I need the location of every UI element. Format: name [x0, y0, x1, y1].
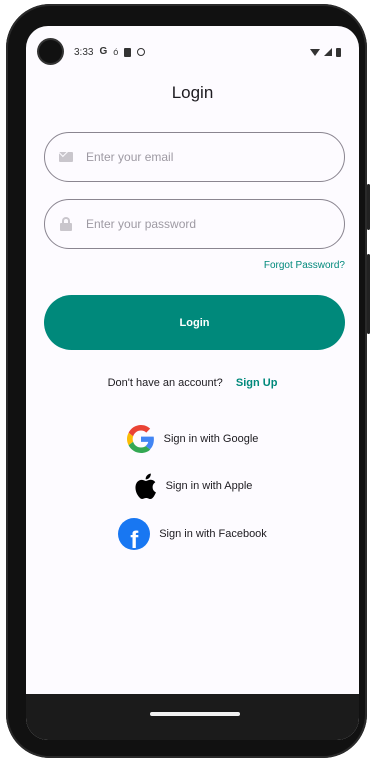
- apple-signin-button[interactable]: Sign in with Apple: [26, 471, 359, 501]
- wifi-icon: [310, 48, 320, 56]
- apple-signin-label: Sign in with Apple: [165, 480, 253, 492]
- signal-icon: [324, 48, 332, 56]
- forgot-password-link[interactable]: Forgot Password?: [264, 260, 345, 271]
- navigation-bar: [26, 694, 359, 740]
- home-indicator[interactable]: [150, 712, 240, 716]
- password-field[interactable]: [44, 199, 345, 249]
- battery-icon: [336, 47, 341, 57]
- apple-icon: [133, 471, 157, 501]
- signup-link[interactable]: Sign Up: [236, 377, 278, 389]
- google-signin-button[interactable]: Sign in with Google: [26, 425, 359, 453]
- phone-frame: 3:33 G ó Login Forgot Password?: [6, 4, 370, 758]
- email-input[interactable]: [86, 150, 344, 164]
- facebook-signin-button[interactable]: f Sign in with Facebook: [26, 518, 359, 550]
- facebook-letter: f: [130, 527, 139, 551]
- volume-button: [367, 254, 370, 334]
- status-bar: 3:33 G ó: [74, 44, 341, 60]
- google-icon: [126, 425, 155, 453]
- signup-prompt: Don't have an account?: [107, 377, 223, 389]
- email-field[interactable]: [44, 132, 345, 182]
- google-icon: G: [99, 46, 108, 57]
- screen: 3:33 G ó Login Forgot Password?: [26, 26, 359, 740]
- facebook-icon: f: [118, 518, 151, 551]
- email-icon: [58, 149, 74, 165]
- front-camera: [39, 40, 62, 63]
- sim-card-icon: [124, 47, 132, 57]
- google-signin-label: Sign in with Google: [163, 433, 259, 445]
- page-title: Login: [171, 83, 214, 102]
- facebook-signin-label: Sign in with Facebook: [159, 528, 267, 540]
- signup-row: Don't have an account? Sign Up: [26, 377, 359, 389]
- wind-icon: ó: [113, 46, 119, 57]
- password-input[interactable]: [86, 217, 344, 231]
- login-button[interactable]: Login: [44, 295, 345, 350]
- status-time: 3:33: [74, 46, 94, 58]
- lock-icon: [58, 216, 74, 232]
- power-button: [367, 184, 370, 230]
- settings-circle-icon: [137, 48, 146, 56]
